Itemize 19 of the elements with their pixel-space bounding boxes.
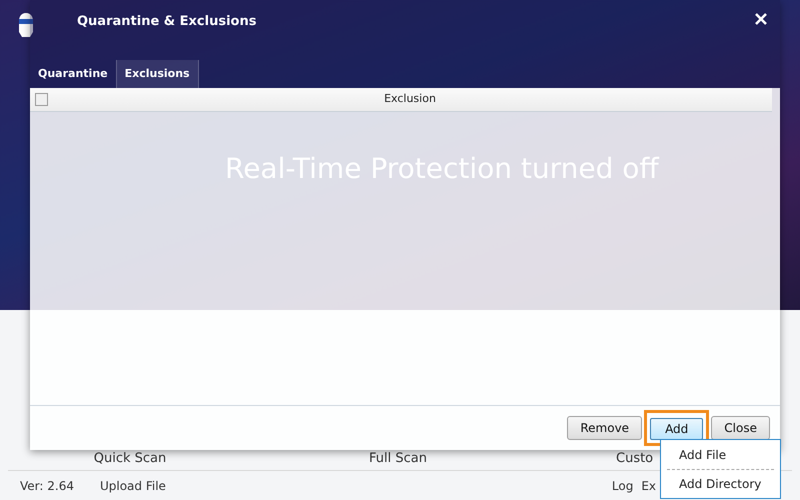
- tab[interactable]: Exclusions: [116, 60, 199, 88]
- scan-option-label[interactable]: Custo: [616, 448, 654, 468]
- dialog-button[interactable]: Remove: [567, 416, 642, 440]
- column-header[interactable]: Exclusion: [384, 91, 436, 108]
- scan-option-label[interactable]: Full Scan: [369, 448, 427, 468]
- menu-item[interactable]: Add File: [679, 446, 726, 464]
- close-icon[interactable]: [754, 12, 768, 26]
- dialog-button[interactable]: Add: [650, 418, 704, 440]
- menu-item[interactable]: Add Directory: [679, 475, 762, 493]
- scan-option-label[interactable]: Quick Scan: [94, 448, 166, 468]
- tab[interactable]: Quarantine: [30, 60, 116, 88]
- dialog-title: Quarantine & Exclusions: [77, 13, 256, 31]
- footer-link[interactable]: Ex: [641, 476, 656, 494]
- dialog-button[interactable]: Close: [711, 416, 770, 440]
- select-all-checkbox[interactable]: [35, 93, 48, 106]
- robot-logo-icon: [18, 12, 34, 38]
- version-text: Ver: 2.64: [20, 478, 74, 494]
- footer-link[interactable]: Log: [612, 476, 634, 494]
- footer-link[interactable]: Upload File: [100, 476, 166, 494]
